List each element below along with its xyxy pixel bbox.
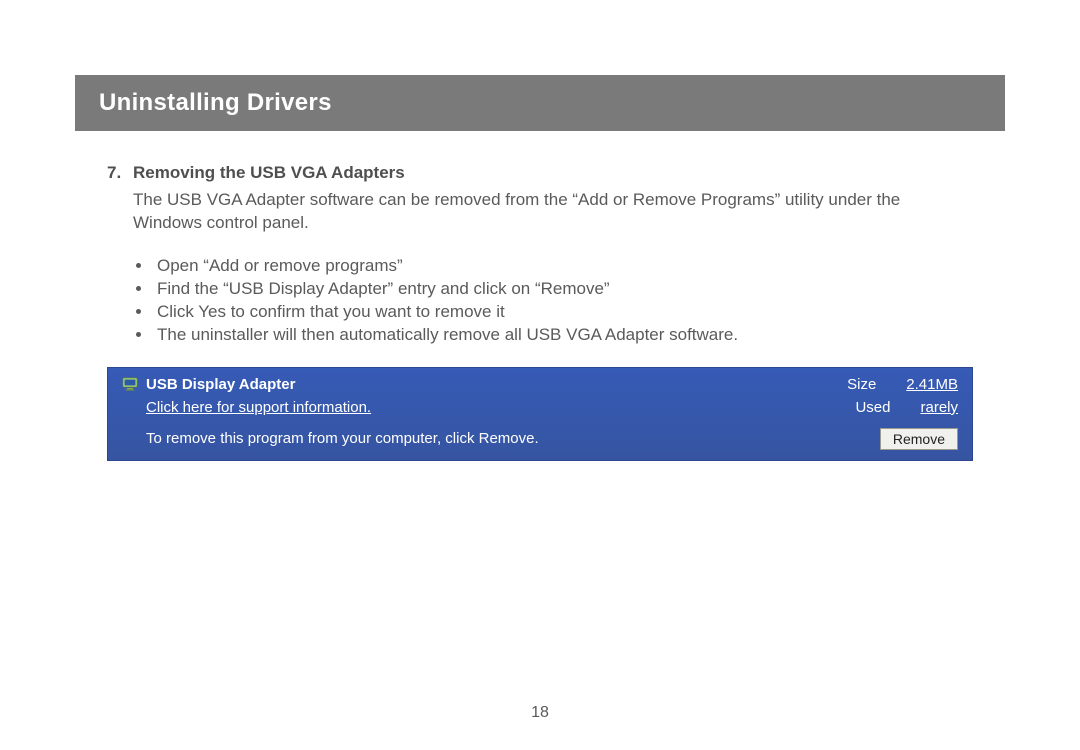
program-used-label: Used: [855, 399, 890, 416]
bullet-list: Open “Add or remove programs” Find the “…: [133, 255, 973, 347]
program-used-value: rarely: [920, 399, 958, 416]
section-heading-row: 7. Removing the USB VGA Adapters: [107, 163, 973, 183]
support-link[interactable]: Click here for support information.: [146, 399, 855, 416]
content-area: 7. Removing the USB VGA Adapters The USB…: [75, 131, 1005, 461]
section-number: 7.: [107, 163, 125, 183]
add-remove-program-entry: USB Display Adapter Size 2.41MB Click he…: [107, 367, 973, 461]
remove-button[interactable]: Remove: [880, 428, 958, 450]
program-name: USB Display Adapter: [146, 376, 847, 393]
page-title: Uninstalling Drivers: [99, 89, 332, 116]
monitor-icon: [122, 376, 138, 392]
program-size-value: 2.41MB: [906, 376, 958, 393]
program-row-support: Click here for support information. Used…: [108, 395, 972, 420]
bullet-item: The uninstaller will then automatically …: [153, 324, 973, 347]
bullet-item: Click Yes to confirm that you want to re…: [153, 301, 973, 324]
program-row-header: USB Display Adapter Size 2.41MB: [108, 368, 972, 395]
program-row-remove: To remove this program from your compute…: [108, 420, 972, 460]
bullet-item: Find the “USB Display Adapter” entry and…: [153, 278, 973, 301]
remove-instruction-text: To remove this program from your compute…: [146, 430, 880, 447]
page-title-bar: Uninstalling Drivers: [75, 75, 1005, 131]
section-paragraph: The USB VGA Adapter software can be remo…: [133, 189, 973, 235]
bullet-item: Open “Add or remove programs”: [153, 255, 973, 278]
program-size-label: Size: [847, 376, 876, 393]
page-number: 18: [0, 704, 1080, 722]
section-heading: Removing the USB VGA Adapters: [133, 163, 405, 183]
